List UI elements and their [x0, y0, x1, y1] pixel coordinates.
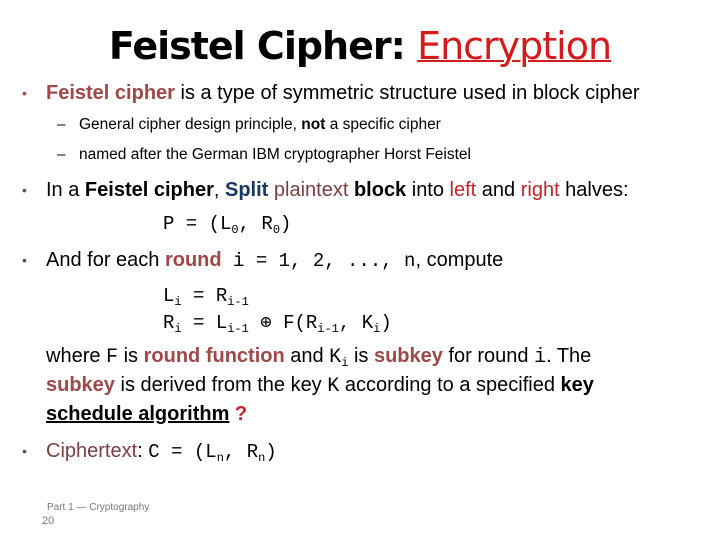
f-sub: n	[216, 451, 224, 465]
sub-bullet-1-text: General cipher design principle, not a s…	[79, 115, 441, 135]
bullet-4-text: Ciphertext: C = (Ln, Rn)	[46, 438, 277, 465]
b2-left: left	[449, 179, 477, 201]
b2-right: right	[520, 179, 560, 201]
f-p: P = (L	[163, 213, 232, 235]
sub1-bold: not	[301, 116, 326, 133]
f: )	[380, 312, 392, 334]
b2-block: block	[348, 179, 407, 201]
f: L	[163, 285, 175, 307]
w-subkey: subkey	[373, 345, 443, 367]
bullet-1-rest: is a type of symmetric structure used in…	[174, 82, 640, 104]
f-sub: i	[174, 295, 182, 309]
formula-right: Ri = Li-1 ⊕ F(Ri-1, Ki)	[163, 311, 392, 335]
b4-colon: :	[137, 440, 149, 462]
w: according to a specified	[339, 374, 561, 396]
bullet-3-text: And for each round i = 1, 2, ..., n, com…	[46, 247, 503, 274]
b2-and: and	[476, 179, 521, 201]
f: , K	[338, 312, 374, 334]
bullet-dot-icon: •	[22, 252, 27, 268]
term-feistel-cipher: Feistel cipher	[46, 82, 175, 104]
footer-caption: Part 1 — Cryptography	[47, 502, 150, 513]
f-mid: , R	[238, 213, 273, 235]
w: and	[284, 345, 330, 367]
b2-split: Split	[224, 179, 269, 201]
formula-ciphertext: C = (Ln, Rn)	[148, 441, 277, 465]
b3-pre: And for each	[46, 249, 165, 271]
sub-bullet-2-text: named after the German IBM cryptographer…	[79, 146, 471, 163]
b4-label: Ciphertext	[46, 440, 138, 462]
w: is derived from the key	[114, 374, 328, 396]
where-text-2: subkey is derived from the key K accordi…	[46, 372, 594, 400]
b2-plaintext: plaintext	[268, 179, 349, 201]
title-encryption-link[interactable]: Encryption	[417, 24, 612, 68]
where-text-1: where F is round function and Ki is subk…	[46, 343, 591, 371]
b2-term: Feistel cipher	[84, 179, 214, 201]
title-separator: :	[390, 24, 418, 68]
f: R	[163, 312, 175, 334]
w-F: F	[106, 346, 119, 369]
bullet-dot-icon: •	[22, 443, 27, 459]
formula-plaintext: P = (L0, R0)	[163, 212, 291, 236]
dash-icon: –	[57, 146, 66, 163]
b2-into: into	[406, 179, 450, 201]
formula-left: Li = Ri-1	[163, 284, 249, 308]
bullet-1-text: Feistel cipher is a type of symmetric st…	[46, 80, 640, 106]
schedule-algorithm-link[interactable]: schedule algorithm	[46, 403, 229, 425]
slide-title: Feistel Cipher: Encryption	[0, 20, 720, 72]
dash-icon: –	[57, 116, 66, 133]
f: = L	[181, 312, 228, 334]
xor-op: ⊕ F(R	[248, 312, 318, 334]
w: where	[46, 345, 107, 367]
b3-round: round	[164, 249, 222, 271]
b3-expr: i = 1, 2, ..., n	[221, 250, 416, 272]
bullet-dot-icon: •	[22, 182, 27, 198]
b3-post: , compute	[415, 249, 504, 271]
w-key: key	[560, 374, 594, 396]
bullet-dot-icon: •	[22, 85, 27, 101]
w: is	[118, 345, 144, 367]
bullet-2-text: In a Feistel cipher, Split plaintext blo…	[46, 177, 629, 203]
f: C = (L	[148, 441, 217, 463]
b2-comma: ,	[213, 179, 225, 201]
w: . The	[546, 345, 592, 367]
w-subkey: subkey	[46, 374, 115, 396]
title-main: Feistel Cipher	[108, 24, 392, 68]
b2-halves: halves:	[559, 179, 629, 201]
f-end: )	[280, 213, 292, 235]
w: for round	[442, 345, 535, 367]
f: = R	[181, 285, 228, 307]
sub1-pre: General cipher design principle,	[79, 116, 302, 133]
w-round-function: round function	[143, 345, 285, 367]
f-sub: i-1	[227, 295, 249, 309]
b2-pre: In a	[46, 179, 85, 201]
w-K: K	[329, 346, 342, 369]
f: , R	[223, 441, 259, 463]
w: is	[348, 345, 374, 367]
f-sub: i-1	[227, 322, 249, 336]
f: )	[265, 441, 277, 463]
w-K: K	[327, 375, 340, 398]
f-sub: 0	[231, 223, 239, 237]
question-mark: ?	[229, 403, 248, 425]
f-sub: i	[174, 322, 182, 336]
where-text-3: schedule algorithm ?	[46, 401, 247, 427]
page-number: 20	[42, 515, 55, 527]
w-i: i	[534, 346, 547, 369]
f-sub: 0	[272, 223, 281, 237]
sub1-post: a specific cipher	[325, 116, 441, 133]
f-sub: i-1	[317, 322, 339, 336]
